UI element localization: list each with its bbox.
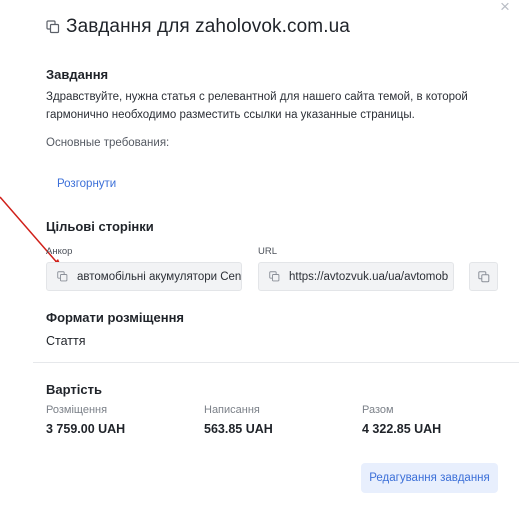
task-description: Здравствуйте, нужна статья с релевантной…	[46, 91, 468, 121]
dialog-title: Завдання для zaholovok.com.ua	[66, 16, 350, 37]
edit-task-button[interactable]: Редагування завдання	[361, 463, 498, 493]
formats-heading: Формати розміщення	[46, 310, 185, 325]
cost-placement: Розміщення 3 759.00 UAH	[46, 404, 125, 436]
task-heading: Завдання	[46, 67, 109, 82]
copy-all-button[interactable]	[469, 262, 498, 291]
divider	[33, 362, 519, 363]
total-value: 4 322.85 UAH	[362, 422, 442, 436]
copy-icon[interactable]	[57, 271, 68, 282]
dialog-header: Завдання для zaholovok.com.ua	[46, 16, 350, 38]
url-label: URL	[258, 246, 278, 257]
expand-link[interactable]: Розгорнути	[57, 178, 116, 190]
placement-label: Розміщення	[46, 404, 108, 416]
cost-heading: Вартість	[46, 382, 102, 397]
total-label: Разом	[362, 404, 394, 416]
url-field[interactable]: https://avtozvuk.ua/ua/avtomob	[258, 262, 454, 291]
writing-label: Написання	[204, 404, 260, 416]
copy-icon	[46, 20, 60, 34]
writing-value: 563.85 UAH	[204, 422, 273, 436]
copy-icon	[477, 270, 489, 282]
anchor-value: автомобільні акумулятори Cen	[77, 270, 242, 283]
anchor-field[interactable]: автомобільні акумулятори Cen	[46, 262, 242, 291]
cost-writing: Написання 563.85 UAH	[204, 404, 273, 436]
placement-value: 3 759.00 UAH	[46, 422, 126, 436]
target-pages-heading: Цільові сторінки	[46, 219, 154, 234]
format-value: Стаття	[46, 334, 86, 348]
url-value: https://avtozvuk.ua/ua/avtomob	[289, 270, 449, 283]
anchor-label: Анкор	[46, 246, 73, 257]
copy-icon[interactable]	[269, 271, 280, 282]
requirements-label: Основные требования:	[46, 137, 170, 149]
cost-total: Разом 4 322.85 UAH	[362, 404, 441, 436]
close-button[interactable]: ×	[496, 0, 514, 16]
close-icon: ×	[500, 0, 510, 16]
